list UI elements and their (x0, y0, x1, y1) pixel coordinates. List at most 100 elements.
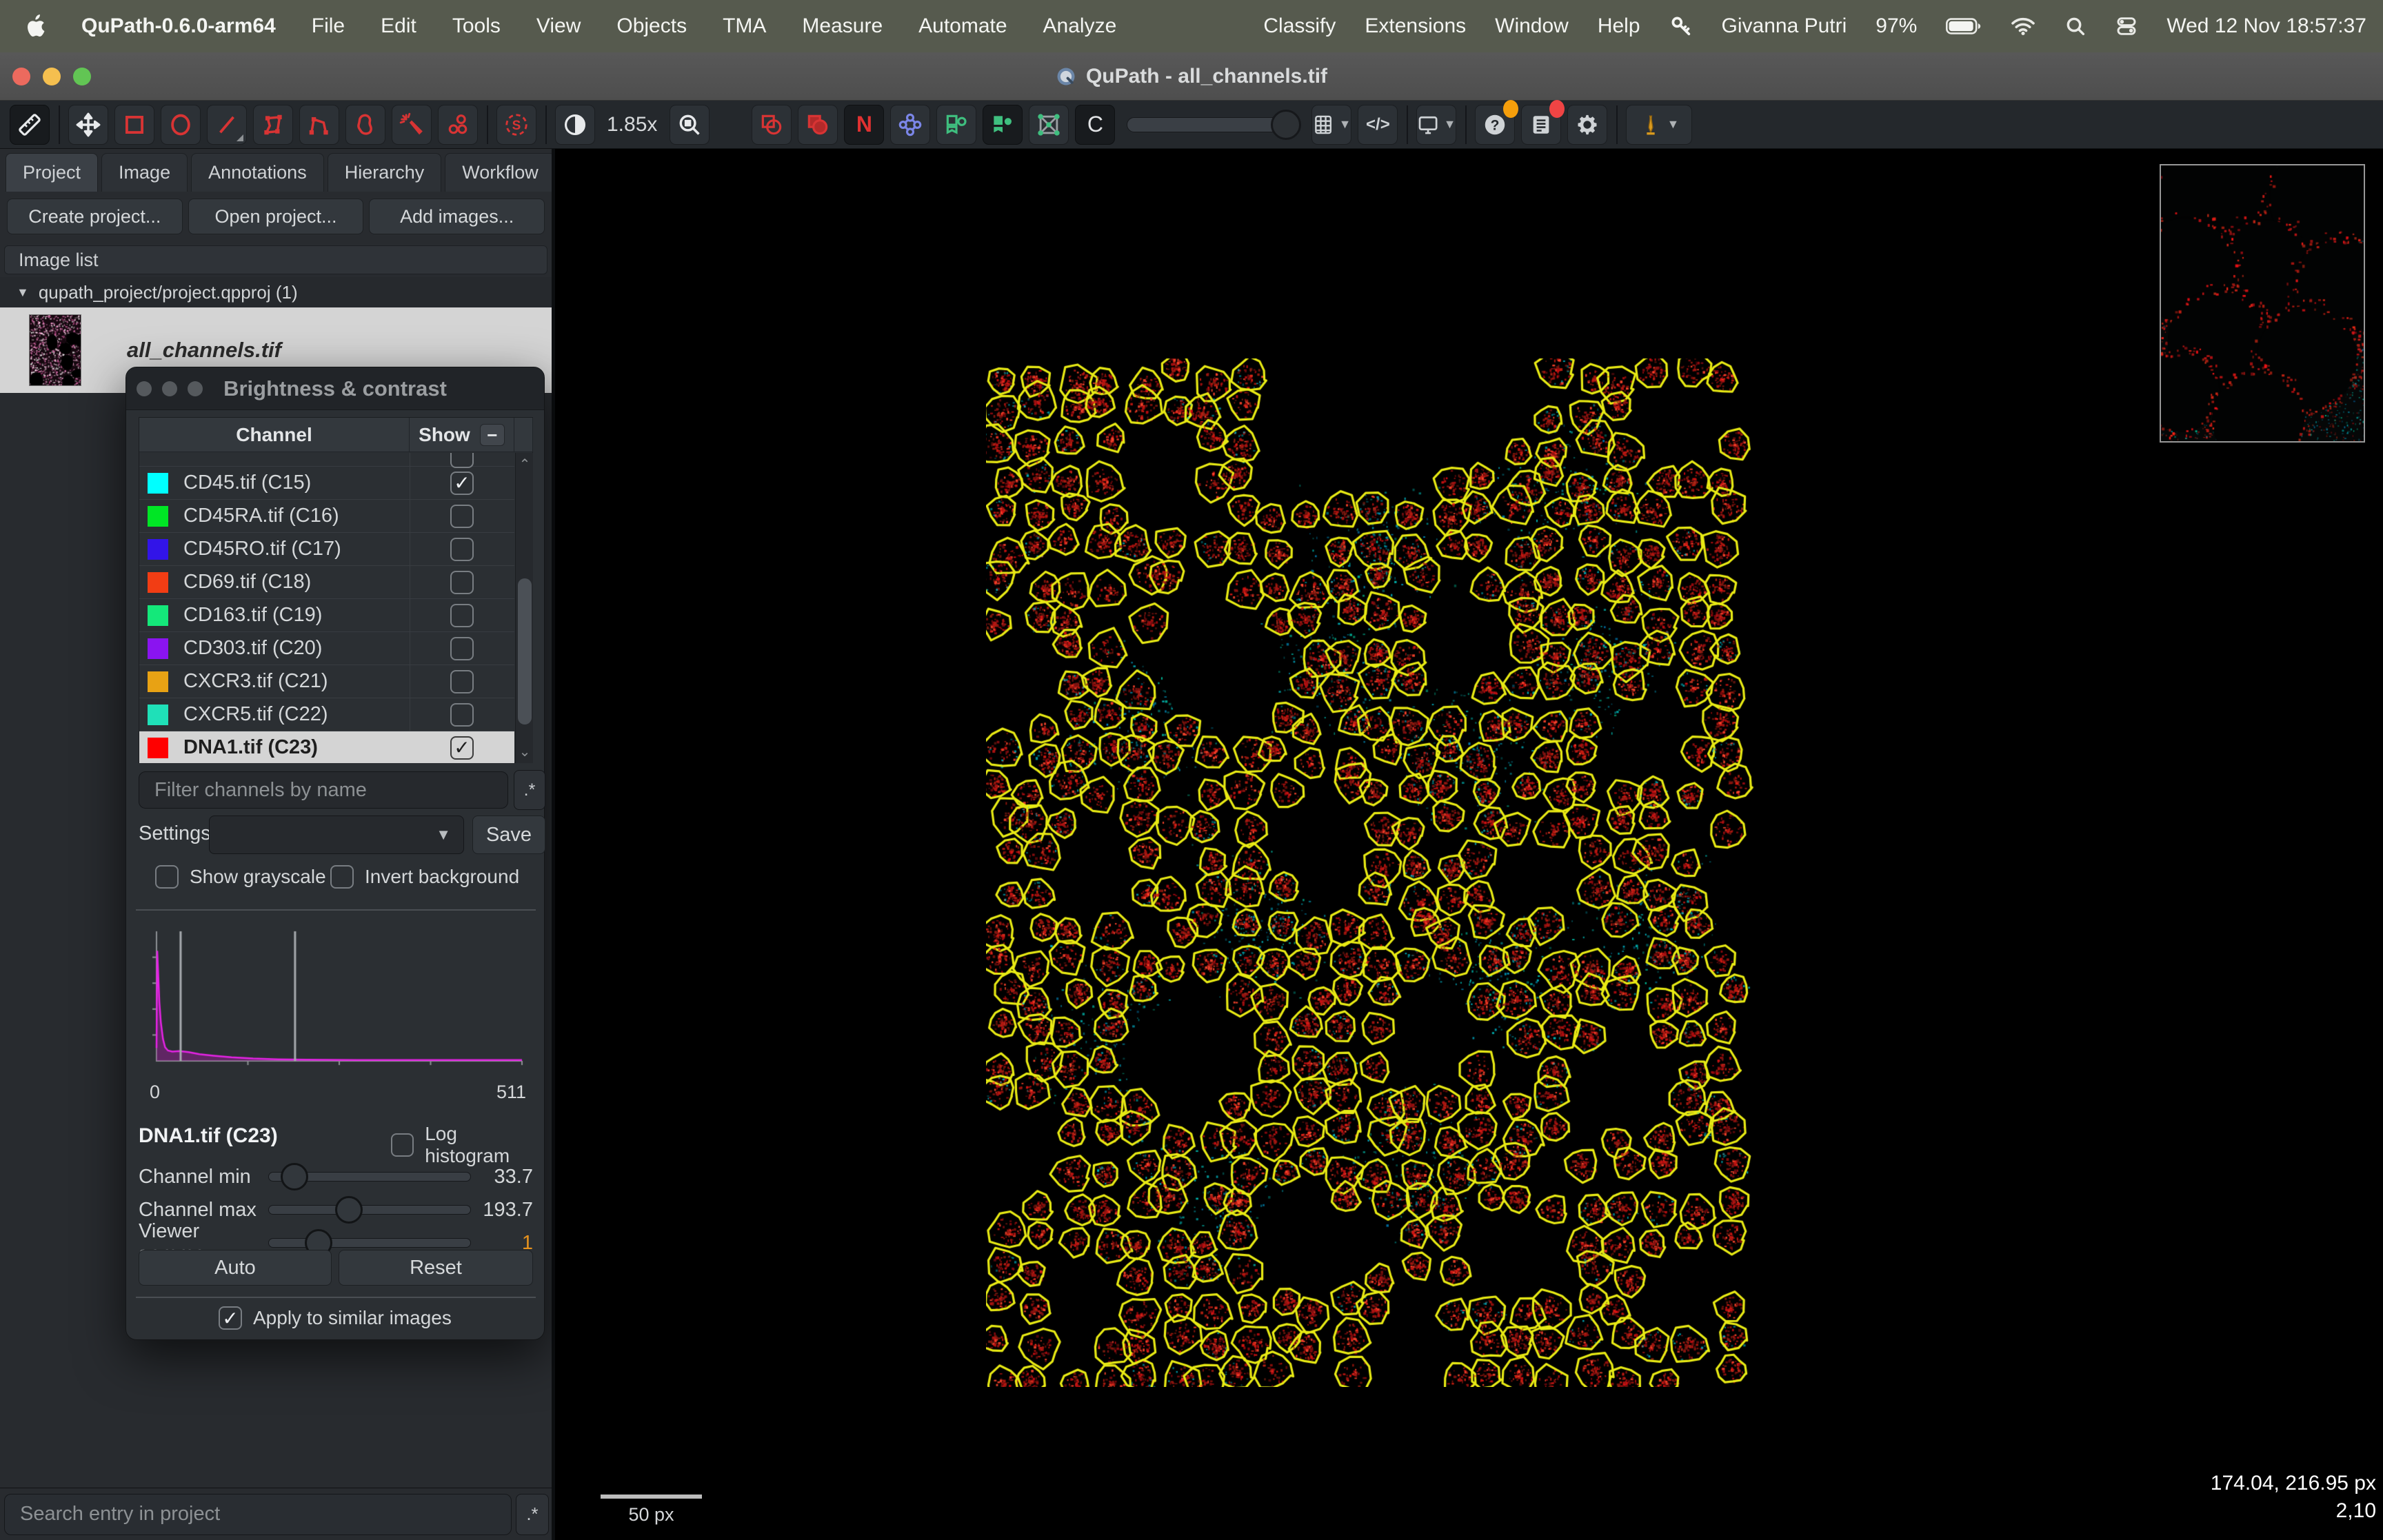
rectangle-tool-button[interactable] (114, 105, 154, 145)
channel-color-swatch[interactable] (148, 605, 168, 626)
scroll-up-icon[interactable]: ⌃ (516, 456, 534, 473)
ruler-tool-button[interactable] (10, 105, 50, 145)
project-search-input[interactable] (4, 1494, 512, 1535)
menu-app-name[interactable]: QuPath-0.6.0-arm64 (81, 14, 276, 38)
channel-row[interactable]: CXCR5.tif (C22) (139, 698, 514, 731)
view-options-button[interactable]: ▼ (1416, 105, 1456, 145)
channel-color-swatch[interactable] (148, 473, 168, 494)
menu-analyze[interactable]: Analyze (1043, 14, 1117, 38)
apple-logo-icon[interactable] (25, 14, 46, 39)
channel-row[interactable]: CXCR3.tif (C21) (139, 665, 514, 698)
channel-color-swatch[interactable] (148, 506, 168, 527)
add-images-button[interactable]: Add images... (369, 199, 545, 234)
menu-help[interactable]: Help (1598, 14, 1640, 38)
menu-view[interactable]: View (536, 14, 581, 38)
channel-color-swatch[interactable] (148, 539, 168, 560)
control-center-icon[interactable] (2115, 15, 2138, 37)
menu-window[interactable]: Window (1495, 14, 1569, 38)
polygon-tool-button[interactable] (253, 105, 293, 145)
image-viewer[interactable]: 50 px 174.04, 216.95 px 2,10 (555, 149, 2383, 1540)
menu-edit[interactable]: Edit (381, 14, 416, 38)
channel-visible-checkbox[interactable]: ✓ (450, 736, 474, 760)
move-tool-button[interactable] (68, 105, 108, 145)
channel-max-knob[interactable] (335, 1196, 363, 1224)
menu-objects[interactable]: Objects (616, 14, 687, 38)
brightness-contrast-button[interactable] (555, 105, 595, 145)
show-column-header[interactable]: Show − (410, 418, 514, 452)
tab-hierarchy[interactable]: Hierarchy (328, 153, 442, 192)
zoom-to-fit-button[interactable] (670, 105, 710, 145)
channel-visible-checkbox[interactable]: ✓ (450, 472, 474, 495)
menu-extensions[interactable]: Extensions (1365, 14, 1466, 38)
menu-tma[interactable]: TMA (723, 14, 766, 38)
log-histogram-checkbox[interactable] (391, 1133, 414, 1157)
collapse-show-button[interactable]: − (480, 424, 505, 446)
polyline-tool-button[interactable] (299, 105, 339, 145)
viewer-gamma-slider[interactable] (268, 1238, 471, 1248)
show-detections-button[interactable] (890, 105, 930, 145)
open-project-button[interactable]: Open project... (188, 199, 364, 234)
tab-image[interactable]: Image (101, 153, 188, 192)
channel-visible-checkbox[interactable] (450, 670, 474, 693)
channel-row[interactable]: CD163.tif (C19) (139, 599, 514, 632)
channel-column-header[interactable]: Channel (139, 418, 410, 452)
tab-project[interactable]: Project (6, 153, 98, 192)
channel-table-scrollbar[interactable]: ⌃ ⌄ (515, 453, 533, 763)
channel-row-clipped[interactable] (139, 453, 514, 467)
wifi-icon[interactable] (2011, 17, 2035, 36)
segmented-image-canvas[interactable] (986, 358, 1765, 1387)
create-project-button[interactable]: Create project... (7, 199, 183, 234)
channel-color-swatch[interactable] (148, 705, 168, 725)
channel-max-slider[interactable] (268, 1205, 471, 1215)
tab-annotations[interactable]: Annotations (191, 153, 324, 192)
scrollbar-thumb[interactable] (518, 578, 532, 725)
channel-visible-checkbox[interactable] (450, 637, 474, 660)
settings-dropdown[interactable]: ▼ (209, 815, 464, 854)
help-button[interactable]: ? (1475, 105, 1515, 145)
channel-visible-checkbox[interactable] (450, 505, 474, 528)
channel-visible-checkbox[interactable] (450, 453, 474, 468)
show-annotations-button[interactable] (752, 105, 792, 145)
menu-file[interactable]: File (312, 14, 345, 38)
channel-color-swatch[interactable] (148, 738, 168, 758)
channel-visible-checkbox[interactable] (450, 538, 474, 561)
channel-row[interactable]: CD45RA.tif (C16) (139, 500, 514, 533)
magnification-label[interactable]: 1.85x (607, 113, 657, 136)
channel-min-knob[interactable] (281, 1163, 308, 1191)
menu-tools[interactable]: Tools (452, 14, 501, 38)
menu-measure[interactable]: Measure (802, 14, 883, 38)
fill-annotations-button[interactable] (798, 105, 838, 145)
brush-tool-button[interactable] (345, 105, 385, 145)
measurement-tools-button[interactable]: ▼ (1626, 105, 1692, 145)
opacity-slider[interactable] (1127, 117, 1299, 132)
channel-row[interactable]: DNA1.tif (C23)✓ (139, 731, 514, 763)
tree-expand-icon[interactable]: ▼ (17, 285, 29, 300)
detection-outline-button[interactable] (936, 105, 976, 145)
project-tree-root[interactable]: ▼ qupath_project/project.qpproj (1) (0, 277, 552, 307)
channel-row[interactable]: CD69.tif (C18) (139, 566, 514, 599)
channel-display-button[interactable]: C (1075, 105, 1115, 145)
overview-thumbnail[interactable] (2160, 164, 2365, 443)
auto-button[interactable]: Auto (139, 1250, 332, 1286)
channel-visible-checkbox[interactable] (450, 604, 474, 627)
battery-icon[interactable] (1946, 17, 1982, 35)
wand-tool-button[interactable] (392, 105, 432, 145)
invert-background-checkbox[interactable] (330, 865, 354, 889)
log-button[interactable] (1521, 105, 1561, 145)
channel-color-swatch[interactable] (148, 671, 168, 692)
search-regex-button[interactable]: .* (516, 1494, 549, 1535)
reset-button[interactable]: Reset (339, 1250, 533, 1286)
scroll-down-icon[interactable]: ⌄ (516, 743, 534, 760)
channel-row[interactable]: CD303.tif (C20) (139, 632, 514, 665)
channel-min-slider[interactable] (268, 1172, 471, 1182)
channel-row[interactable]: CD45RO.tif (C17) (139, 533, 514, 566)
dialog-title-bar[interactable]: Brightness & contrast (126, 367, 544, 410)
selection-mode-button[interactable]: S (496, 105, 536, 145)
menu-automate[interactable]: Automate (918, 14, 1007, 38)
points-tool-button[interactable] (438, 105, 478, 145)
channel-color-swatch[interactable] (148, 638, 168, 659)
tab-workflow[interactable]: Workflow (445, 153, 556, 192)
status-user-name[interactable]: Givanna Putri (1722, 14, 1847, 38)
line-tool-button[interactable] (207, 105, 247, 145)
status-clock[interactable]: Wed 12 Nov 18:57:37 (2166, 14, 2366, 38)
